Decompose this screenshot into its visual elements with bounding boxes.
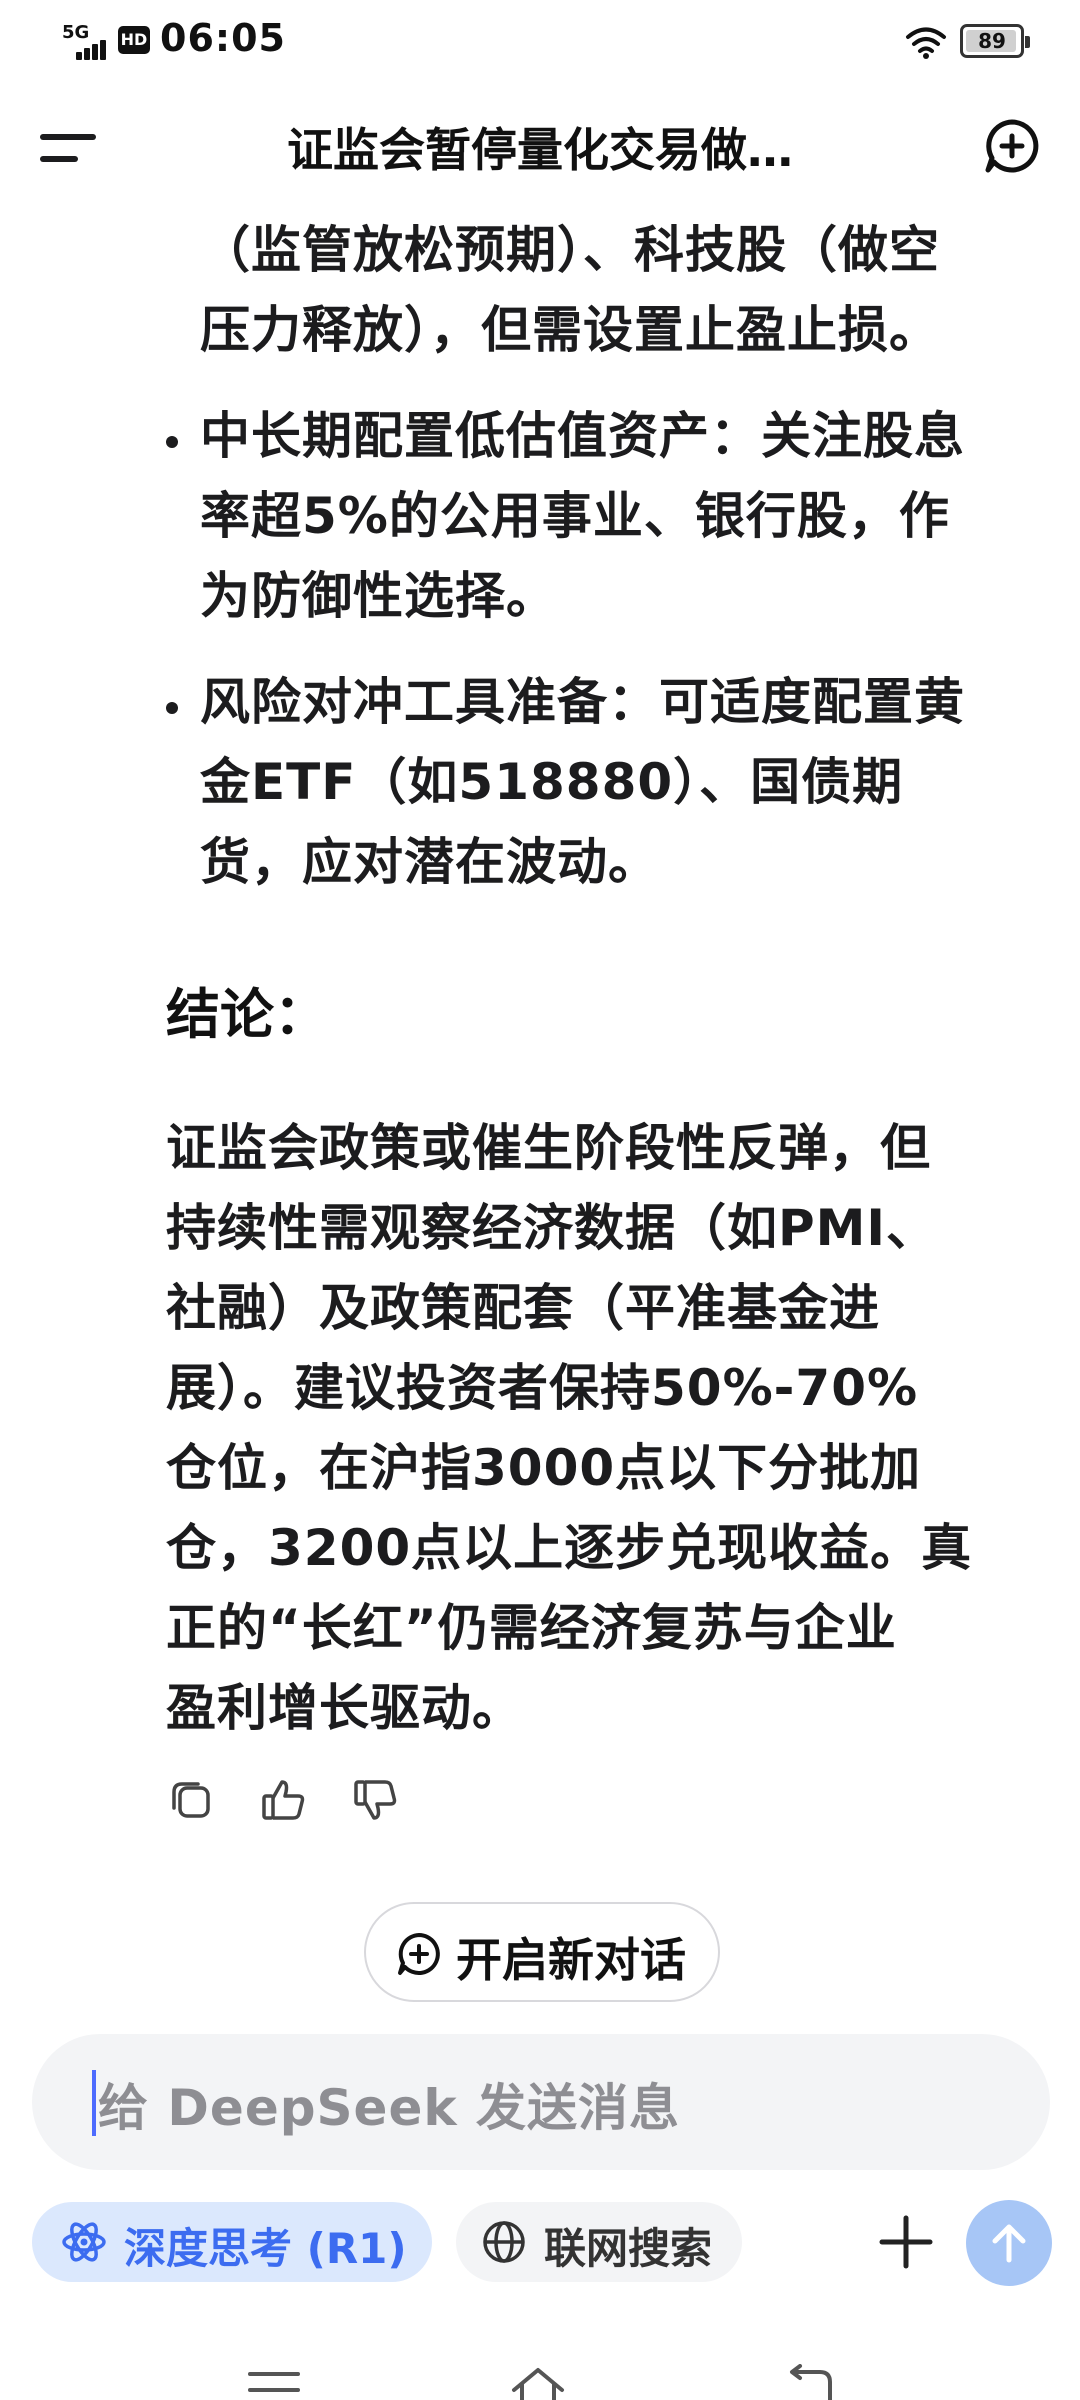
atom-icon — [62, 2222, 106, 2262]
globe-icon — [483, 2221, 525, 2263]
thumbs-up-icon[interactable] — [258, 1774, 310, 1826]
new-chat-icon — [398, 1933, 440, 1975]
text-line: 证监会政策或催生阶段性反弹，但 — [166, 1119, 931, 1177]
text-line: 压力释放），但需设置止盈止损。 — [200, 301, 940, 359]
battery-level: 89 — [978, 29, 1006, 53]
text-line: （监管放松预期）、科技股（做空 — [200, 221, 940, 279]
text-line: 率超5%的公用事业、银行股，作 — [200, 487, 950, 545]
copy-icon[interactable] — [166, 1774, 218, 1826]
deep-think-toggle[interactable]: 深度思考 (R1) — [32, 2202, 432, 2282]
bullet-dot — [166, 436, 178, 448]
status-time: 06:05 — [160, 16, 286, 60]
cellular-signal-icon: 5G — [62, 20, 106, 60]
text-line: 展）。建议投资者保持50%-70% — [166, 1359, 919, 1417]
send-button[interactable] — [966, 2200, 1052, 2286]
text-line: 仓，3200点以上逐步兑现收益。真 — [166, 1519, 973, 1577]
text-line: 盈利增长驱动。 — [166, 1679, 523, 1737]
web-search-label: 联网搜索 — [544, 2224, 713, 2273]
back-icon[interactable] — [776, 2364, 836, 2400]
new-chat-label: 开启新对话 — [456, 1933, 686, 1987]
new-chat-button[interactable]: 开启新对话 — [364, 1902, 720, 2002]
message-actions — [166, 1774, 426, 1834]
text-line: 正的“长红”仍需经济复苏与企业 — [166, 1599, 897, 1657]
text-line: 仓位，在沪指3000点以下分批加 — [166, 1439, 922, 1497]
attach-plus-icon[interactable] — [874, 2210, 938, 2274]
list-item: 中长期配置低估值资产：关注股息 — [200, 407, 965, 465]
deep-think-label: 深度思考 (R1) — [124, 2224, 407, 2273]
wifi-icon — [906, 27, 946, 59]
recent-apps-icon[interactable] — [244, 2364, 304, 2400]
text-line: 金ETF（如518880）、国债期 — [200, 753, 904, 811]
battery-icon: 89 — [960, 24, 1030, 58]
section-heading: 结论： — [166, 983, 328, 1046]
network-type: 5G — [62, 22, 90, 43]
menu-icon[interactable] — [40, 126, 100, 170]
home-icon[interactable] — [508, 2364, 568, 2400]
text-line: 社融）及政策配套（平准基金进 — [166, 1279, 880, 1337]
chat-screen: 5G HD 06:05 89 证监会暂停量化交易做… （监管放松预期）、科技股（… — [0, 0, 1080, 2400]
web-search-toggle[interactable]: 联网搜索 — [456, 2202, 742, 2282]
status-bar: 5G HD 06:05 89 — [0, 0, 1080, 84]
thumbs-down-icon[interactable] — [350, 1774, 402, 1826]
arrow-up-icon — [992, 2224, 1026, 2263]
text-line: 持续性需观察经济数据（如PMI、 — [166, 1199, 938, 1257]
new-chat-icon[interactable] — [982, 116, 1042, 176]
text-line: 货，应对潜在波动。 — [200, 833, 659, 891]
message-input-placeholder: 给 DeepSeek 发送消息 — [98, 2079, 681, 2137]
system-nav-bar — [0, 2340, 1080, 2400]
conversation-title: 证监会暂停量化交易做… — [287, 123, 793, 177]
text-line: 为防御性选择。 — [200, 567, 557, 625]
bullet-dot — [166, 702, 178, 714]
message-input[interactable]: 给 DeepSeek 发送消息 — [32, 2034, 1050, 2170]
top-bar: 证监会暂停量化交易做… — [0, 96, 1080, 196]
hd-badge: HD — [118, 26, 150, 54]
text-caret — [92, 2070, 96, 2136]
list-item: 风险对冲工具准备：可适度配置黄 — [200, 673, 965, 731]
